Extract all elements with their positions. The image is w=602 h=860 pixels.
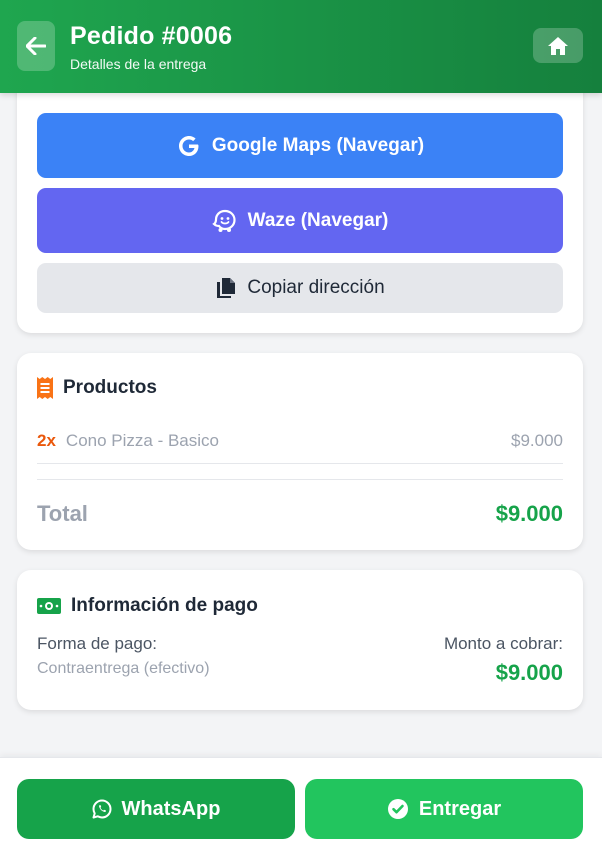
check-circle-icon <box>387 799 408 819</box>
deliver-button[interactable]: Entregar <box>305 779 583 839</box>
item-divider <box>37 463 563 464</box>
product-info: 2x Cono Pizza - Basico <box>37 431 219 451</box>
products-heading: Productos <box>37 377 157 399</box>
whatsapp-label: WhatsApp <box>121 797 221 820</box>
payment-heading: Información de pago <box>37 595 258 617</box>
waze-icon <box>211 209 236 232</box>
product-qty: 2x <box>37 431 56 450</box>
waze-label: Waze (Navegar) <box>247 209 389 231</box>
list-item: 2x Cono Pizza - Basico $9.000 <box>37 431 563 451</box>
arrow-left-icon <box>26 37 46 55</box>
back-button[interactable] <box>17 21 55 71</box>
amount-value: $9.000 <box>495 660 563 685</box>
payment-method-label: Forma de pago: <box>37 634 158 653</box>
page-subtitle: Detalles de la entrega <box>70 56 207 72</box>
total-divider <box>37 479 563 480</box>
google-maps-label: Google Maps (Navegar) <box>211 134 425 156</box>
navigation-card: Google Maps (Navegar) Waze (Navegar) Cop… <box>17 70 583 333</box>
money-icon <box>37 598 61 614</box>
deliver-label: Entregar <box>418 797 502 820</box>
total-value: $9.000 <box>495 501 563 526</box>
page-title: Pedido #0006 <box>70 22 233 50</box>
whatsapp-button[interactable]: WhatsApp <box>17 779 295 839</box>
copy-address-label: Copiar dirección <box>247 277 385 298</box>
home-icon <box>548 36 568 55</box>
copy-address-button[interactable]: Copiar dirección <box>37 263 563 313</box>
google-maps-button[interactable]: Google Maps (Navegar) <box>37 113 563 178</box>
payment-heading-text: Información de pago <box>71 595 258 616</box>
total-label: Total <box>37 501 88 526</box>
amount-label: Monto a cobrar: <box>443 634 563 653</box>
waze-button[interactable]: Waze (Navegar) <box>37 188 563 253</box>
products-heading-text: Productos <box>63 377 157 398</box>
whatsapp-icon <box>92 799 112 819</box>
action-footer: WhatsApp Entregar <box>0 757 602 860</box>
products-card: Productos 2x Cono Pizza - Basico $9.000 T… <box>17 353 583 550</box>
google-icon <box>178 135 199 156</box>
product-name: Cono Pizza - Basico <box>65 431 219 450</box>
payment-card: Información de pago Forma de pago: Contr… <box>17 570 583 710</box>
product-price: $9.000 <box>511 431 563 450</box>
app-header: Pedido #0006 Detalles de la entrega <box>0 0 602 93</box>
home-button[interactable] <box>533 28 583 63</box>
payment-method-value: Contraentrega (efectivo) <box>37 660 210 677</box>
receipt-icon <box>37 377 53 399</box>
copy-icon <box>217 278 236 298</box>
